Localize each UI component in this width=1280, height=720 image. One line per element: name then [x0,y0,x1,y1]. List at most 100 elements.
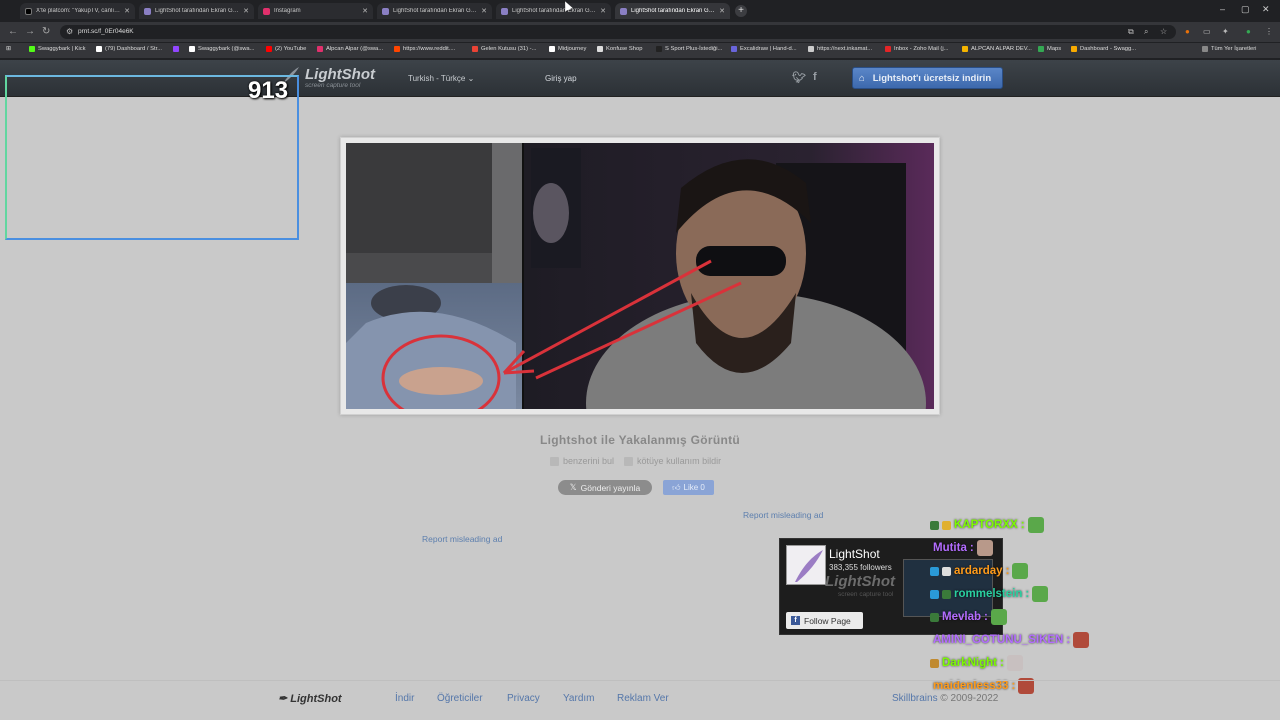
chat-username: AMINI_GOTUNU_SIKEN [933,634,1064,646]
facebook-icon[interactable]: f [813,71,817,83]
extension-icon[interactable]: ● [1185,27,1190,36]
youtube-icon [266,46,272,52]
tab-0[interactable]: X'te platcom: "YakupTV, canlı y... ✕ [20,3,135,19]
media-icon[interactable]: ▭ [1203,27,1211,36]
tab-title: X'te platcom: "YakupTV, canlı y... [36,8,121,14]
zoom-icon[interactable]: ⌕ [1144,27,1148,37]
chat-message: ardarday : [930,563,1029,579]
fb-page-name[interactable]: LightShot [829,547,880,561]
bookmark-item[interactable]: Gelen Kutusu (31) -... [472,46,536,52]
install-icon[interactable]: ⧉ [1128,27,1134,37]
lightshot-logo[interactable]: LightShot screen capture tool [305,66,375,89]
footer-link-download[interactable]: İndir [395,693,414,704]
bookmark-item[interactable]: Midjourney [549,46,586,52]
tab-3[interactable]: LightShot tarafından Ekran Görü... ✕ [377,3,492,19]
bookmark-item[interactable]: https://next.inkamat... [808,46,872,52]
bookmark-item[interactable]: S Sport Plus-İstediği... [656,46,722,52]
tab-5-active[interactable]: LightShot tarafından Ekran Görü... ✕ [615,3,730,19]
profile-avatar-icon[interactable]: ● [1246,27,1251,36]
close-icon[interactable]: ✕ [719,7,725,15]
badge-icon [930,658,939,668]
bookmark-item[interactable]: https://www.reddit.... [394,46,455,52]
bookmark-item[interactable]: Swaggybark (@swa... [189,46,254,52]
tab-strip: X'te platcom: "YakupTV, canlı y... ✕ Ligh… [0,0,1280,21]
bookmark-item[interactable]: ALPCAN ALPAR DEV... [962,46,1032,52]
language-select[interactable]: Turkish - Türkçe ⌄ [408,74,474,83]
logo-text: LightShot [305,66,375,83]
reload-icon[interactable]: ↻ [42,26,50,37]
like-button[interactable]: 👍︎ Like 0 [663,480,714,495]
maximize-button[interactable]: ▢ [1241,4,1250,15]
menu-icon[interactable]: ⋮ [1265,27,1273,36]
login-link[interactable]: Giriş yap [545,74,577,83]
url-text: prnt.sc/f_0Er04e6K [78,28,134,35]
footer-link-help[interactable]: Yardım [563,693,595,704]
address-bar[interactable]: prnt.sc/f_0Er04e6K [60,25,1176,39]
find-similar-link[interactable]: benzerini bul [550,456,614,466]
apps-icon[interactable]: ⊞ [6,46,11,52]
screenshot-image[interactable] [346,143,934,409]
close-icon[interactable]: ✕ [362,7,368,15]
forward-icon[interactable]: → [25,26,35,37]
tab-2[interactable]: Instagram ✕ [258,3,373,19]
bookmark-label: https://next.inkamat... [817,46,873,52]
bookmark-item[interactable] [173,46,182,52]
close-icon[interactable]: ✕ [243,7,249,15]
bookmark-item[interactable]: Dashboard - Swagg... [1071,46,1136,52]
gmail-icon [472,46,478,52]
copyright: Skillbrains © 2009-2022 [892,693,998,704]
download-button[interactable]: ⌂ Lightshot'ı ücretsiz indirin [852,67,1003,89]
badge-icon [942,520,951,530]
all-bookmarks[interactable]: Tüm Yer İşaretleri [1202,46,1256,52]
minimize-button[interactable]: – [1220,4,1225,14]
footer-logo[interactable]: ✒ LightShot [278,692,342,705]
footer-link-privacy[interactable]: Privacy [507,693,540,704]
tab-1[interactable]: LightShot tarafından Ekran Görü... ✕ [139,3,254,19]
dashboard-icon [1071,46,1077,52]
report-ad-link[interactable]: Report misleading ad [422,534,502,544]
language-label: Turkish - Türkçe [408,74,466,83]
selection-number: 913 [248,77,289,104]
fb-cover-tagline: screen capture tool [838,591,894,598]
follow-page-button[interactable]: f Follow Page [786,612,863,629]
bookmark-item[interactable]: Alpcan Alpar (@swa... [317,46,383,52]
tab-4[interactable]: LightShot tarafından Ekran Görü... ✕ [496,3,611,19]
all-bookmarks-label: Tüm Yer İşaretleri [1211,46,1257,52]
close-window-button[interactable]: ✕ [1262,4,1270,15]
chat-message: rommelstein : [930,586,1049,602]
skillbrains-link[interactable]: Skillbrains [892,693,938,704]
computer-icon: ⌂ [859,72,865,84]
tweet-button[interactable]: 𝕏 Gönderi yayınla [558,480,652,495]
footer-link-tutorials[interactable]: Öğreticiler [437,693,483,704]
back-icon[interactable]: ← [8,26,18,37]
lightshot-favicon-icon [501,7,508,15]
close-icon[interactable]: ✕ [481,7,487,15]
site-info-icon[interactable]: ⚙ [66,27,73,36]
kick-icon [29,46,35,52]
twitter-icon[interactable]: 🐦︎ [792,71,806,84]
bookmark-label: Excalidraw | Hand-d... [740,46,797,52]
bookmark-item[interactable]: Inbox - Zoho Mail (j... [885,46,948,52]
report-abuse-link[interactable]: kötüye kullanım bildir [624,456,721,466]
bookmark-item[interactable]: Konfuse Shop [597,46,642,52]
x-logo-icon: 𝕏 [569,482,577,492]
excalidraw-icon [731,46,737,52]
report-ad-link[interactable]: Report misleading ad [743,510,823,520]
badge-icon [930,612,939,622]
extensions-puzzle-icon[interactable]: ✦ [1222,27,1229,36]
pepe-emote-icon [1032,586,1049,602]
footer-link-advertise[interactable]: Reklam Ver [617,693,669,704]
chat-username: DarkNight [942,657,997,669]
bookmark-item[interactable]: Excalidraw | Hand-d... [731,46,797,52]
fb-followers-count: 383,355 followers [829,563,892,572]
bookmark-star-icon[interactable]: ☆ [1160,27,1167,36]
new-tab-button[interactable]: + [735,5,747,17]
close-icon[interactable]: ✕ [600,7,606,15]
bookmark-item[interactable]: Maps [1038,46,1061,52]
footer-divider [0,680,1280,681]
flag-icon [624,456,634,466]
bookmark-item[interactable]: (2) YouTube [266,46,306,52]
bookmark-item[interactable]: Swaggybark | Kick [29,46,86,52]
close-icon[interactable]: ✕ [124,7,130,15]
bookmark-item[interactable]: (79) Dashboard / Str... [96,46,162,52]
